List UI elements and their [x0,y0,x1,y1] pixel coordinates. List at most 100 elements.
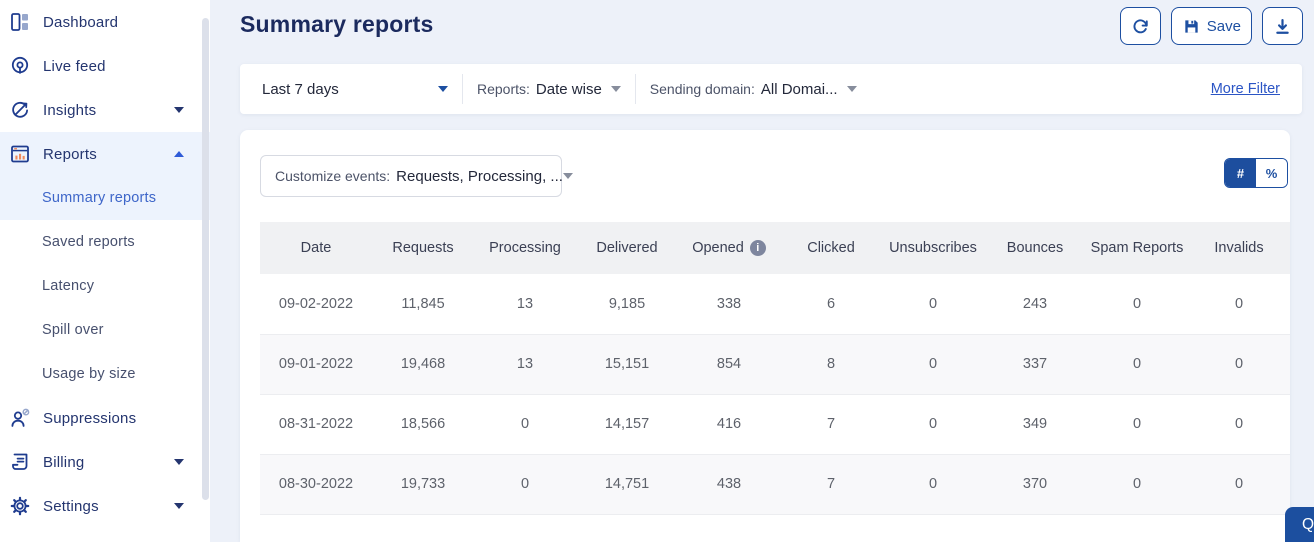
value-cell: 8 [826,356,836,372]
chevron-down-icon [438,86,448,92]
sidebar-item-billing[interactable]: Billing [0,440,210,484]
sidebar-item-live-feed[interactable]: Live feed [0,44,210,88]
value-cell: 349 [1022,416,1048,432]
value-cell: 14,157 [604,416,650,432]
sidebar-item-label: Dashboard [43,13,119,31]
chevron-down-icon [610,86,621,92]
info-icon[interactable]: i [749,240,766,256]
settings-icon [9,495,31,517]
sidebar-item-label: Suppressions [43,409,137,427]
date-cell: 09-01-2022 [278,356,354,372]
table-header-row: Date Requests Processing Delivered Opened i Cl… [260,222,1290,274]
chat-widget-label: Question? Chat with us. [1302,515,1314,533]
more-filter-link[interactable]: More Filter [1211,81,1280,97]
filter-separator [634,74,636,104]
sidebar-item-usage-by-size[interactable]: Usage by size [0,352,210,396]
sidebar-item-settings[interactable]: Settings [0,484,210,528]
count-toggle-button[interactable]: # [1225,159,1256,187]
sending-domain-dropdown[interactable]: Sending domain: All Domai... [650,81,857,98]
sidebar-item-label: Summary reports [42,190,157,206]
download-icon [1273,17,1292,36]
reports-icon [9,143,31,165]
column-header-label: Date [300,240,332,256]
live-feed-icon [9,55,31,77]
date-range-dropdown[interactable]: Last 7 days [262,81,448,98]
sidebar-item-summary-reports[interactable]: Summary reports [0,176,210,220]
refresh-button[interactable] [1119,7,1161,45]
filter-bar: Last 7 days Reports: Date wise Sending d… [240,64,1302,114]
column-header-date: Date [260,222,372,274]
column-header-processing: Processing [474,222,576,274]
insights-icon [9,99,31,121]
suppressions-icon [9,407,31,429]
value-cell: 19,468 [400,356,446,372]
chat-widget[interactable]: Question? Chat with us. [1285,507,1314,542]
dashboard-icon [9,11,31,33]
value-cell: 18,566 [400,416,446,432]
summary-table-wrap: Date Requests Processing Delivered Opened i Cl… [260,222,1290,515]
column-header-opened: Opened i [678,222,780,274]
header-actions: Save [1119,7,1303,45]
column-header-clicked: Clicked [780,222,882,274]
column-header-delivered: Delivered [576,222,678,274]
value-cell: 438 [716,476,742,492]
customize-events-dropdown[interactable]: Customize events: Requests, Processing, … [260,155,573,197]
chevron-down-icon [174,107,184,113]
value-cell: 14,751 [604,476,650,492]
column-header-label: Processing [489,240,561,256]
customize-events-label: Customize events: [275,168,391,184]
column-header-spam-reports: Spam Reports [1086,222,1188,274]
sidebar-item-insights[interactable]: Insights [0,88,210,132]
sidebar-item-latency[interactable]: Latency [0,264,210,308]
customize-events-value: Requests, Processing, ... [396,167,563,185]
value-cell: 0 [520,476,530,492]
value-cell: 0 [520,416,530,432]
value-cell: 9,185 [608,295,646,312]
reports-type-value: Date wise [535,80,602,98]
sidebar-item-saved-reports[interactable]: Saved reports [0,220,210,264]
main-content: Summary reports Save Last 7 days Reports… [210,0,1314,542]
sidebar-item-label: Saved reports [42,234,135,250]
sidebar: Dashboard Live feed Insights Reports Summary… [0,0,210,542]
date-range-value: Last 7 days [262,80,339,98]
sidebar-item-reports[interactable]: Reports [0,132,210,176]
value-cell: 0 [1234,476,1244,492]
sidebar-item-spill-over[interactable]: Spill over [0,308,210,352]
column-header-label: Delivered [596,240,658,256]
save-button[interactable]: Save [1170,7,1252,45]
value-cell: 854 [716,356,742,372]
sending-domain-label: Sending domain: [649,81,755,97]
chevron-down-icon [174,459,184,465]
save-button-label: Save [1206,17,1241,35]
reports-type-dropdown[interactable]: Reports: Date wise [477,81,621,98]
value-cell: 338 [716,295,742,312]
sidebar-item-suppressions[interactable]: Suppressions [0,396,210,440]
sidebar-item-dashboard[interactable]: Dashboard [0,0,210,44]
column-header-invalids: Invalids [1188,222,1290,274]
value-cell: 0 [928,476,938,492]
column-header-label: Spam Reports [1090,240,1184,256]
table-row: 09-01-2022 19,468 13 15,151 854 8 0 337 0 0 [260,334,1290,394]
download-button[interactable] [1262,7,1303,45]
date-cell: 09-02-2022 [278,295,354,312]
value-cell: 337 [1022,356,1048,372]
column-header-unsubscribes: Unsubscribes [882,222,984,274]
billing-icon [9,451,31,473]
value-cell: 0 [928,416,938,432]
sidebar-item-label: Insights [43,101,97,119]
report-card: Customize events: Requests, Processing, … [240,130,1290,542]
value-cell: 370 [1022,476,1048,492]
value-cell: 0 [928,356,938,372]
sidebar-item-label: Reports [43,145,97,163]
sidebar-item-label: Latency [42,278,95,294]
value-cell: 19,733 [400,476,446,492]
page-title: Summary reports [240,11,434,37]
chevron-down-icon [846,86,857,92]
value-cell: 243 [1022,295,1048,312]
value-cell: 11,845 [401,295,445,312]
percent-toggle-button[interactable]: % [1256,159,1287,187]
value-cell: 0 [1132,476,1142,492]
value-cell: 7 [826,476,836,492]
sidebar-scrollbar[interactable] [202,18,209,500]
chevron-up-icon [174,151,184,157]
